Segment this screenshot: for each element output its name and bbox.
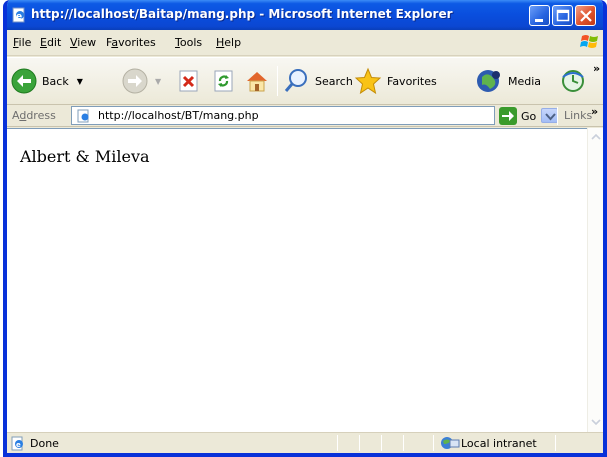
address-input[interactable]: http://localhost/BT/mang.php xyxy=(71,106,558,125)
menu-file[interactable]: File xyxy=(13,36,31,49)
address-label: Address xyxy=(12,109,56,122)
forward-arrow-icon xyxy=(122,68,148,94)
favorites-star-icon xyxy=(354,67,382,95)
menu-bar: File Edit View Favorites Tools Help xyxy=(7,30,603,56)
browser-window: e http://localhost/Baitap/mang.php - Mic… xyxy=(3,0,607,457)
page-body-text: Albert & Mileva xyxy=(20,147,150,166)
favorites-label: Favorites xyxy=(387,74,437,88)
maximize-button[interactable] xyxy=(552,5,573,26)
page-favicon-icon xyxy=(77,109,89,123)
back-button[interactable]: Back ▼ xyxy=(10,64,83,98)
home-icon xyxy=(247,72,267,92)
media-label: Media xyxy=(508,74,542,88)
menu-help[interactable]: Help xyxy=(216,36,241,49)
ie-page-icon: e xyxy=(12,7,25,23)
search-button[interactable]: Search xyxy=(283,64,353,98)
menu-favorites[interactable]: Favorites xyxy=(106,36,156,49)
minimize-icon xyxy=(535,19,543,22)
go-button[interactable]: Go xyxy=(499,107,536,125)
back-arrow-icon xyxy=(11,68,37,94)
status-text: Done xyxy=(30,437,59,450)
status-bar: e Done Local intranet xyxy=(7,432,603,453)
links-label[interactable]: Links xyxy=(564,109,592,122)
media-icon xyxy=(477,70,500,92)
refresh-icon xyxy=(214,70,233,92)
history-button[interactable] xyxy=(559,64,587,98)
forward-button[interactable]: ▼ xyxy=(121,64,161,98)
local-intranet-icon xyxy=(441,437,460,449)
history-icon xyxy=(562,70,584,92)
menu-tools[interactable]: Tools xyxy=(175,36,202,49)
toolbar-overflow-chevron-icon[interactable]: » xyxy=(593,62,600,75)
scroll-down-arrow-icon[interactable] xyxy=(589,415,603,429)
svg-text:e: e xyxy=(16,12,22,22)
close-icon xyxy=(580,10,592,22)
stop-icon xyxy=(179,70,198,92)
window-title: http://localhost/Baitap/mang.php - Micro… xyxy=(31,7,453,21)
address-url: http://localhost/BT/mang.php xyxy=(98,109,259,122)
back-label: Back xyxy=(42,74,69,88)
page-done-icon: e xyxy=(11,436,23,451)
menu-edit[interactable]: Edit xyxy=(40,36,61,49)
menu-view[interactable]: View xyxy=(70,36,96,49)
scroll-up-arrow-icon[interactable] xyxy=(589,130,603,144)
minimize-button[interactable] xyxy=(529,5,550,26)
close-button[interactable] xyxy=(575,5,596,26)
security-zone-text: Local intranet xyxy=(461,437,537,450)
windows-logo-icon xyxy=(580,35,598,48)
svg-text:e: e xyxy=(16,441,21,449)
address-dropdown-button[interactable] xyxy=(541,108,558,123)
go-label: Go xyxy=(521,109,537,123)
go-arrow-icon xyxy=(499,107,517,125)
search-label: Search xyxy=(315,74,353,88)
standard-toolbar: Back ▼ ▼ Search Favorites Media » xyxy=(7,57,603,105)
back-dropdown-icon[interactable]: ▼ xyxy=(77,77,83,86)
title-bar[interactable]: e http://localhost/Baitap/mang.php - Mic… xyxy=(7,0,603,30)
stop-button[interactable] xyxy=(177,64,201,98)
forward-dropdown-icon[interactable]: ▼ xyxy=(155,77,161,86)
search-icon xyxy=(284,69,307,92)
maximize-icon xyxy=(556,9,570,22)
address-bar: Address http://localhost/BT/mang.php Go … xyxy=(7,105,603,127)
media-button[interactable]: Media xyxy=(474,64,541,98)
page-content: Albert & Mileva xyxy=(7,128,587,432)
vertical-scrollbar[interactable] xyxy=(587,128,603,432)
links-overflow-chevron-icon[interactable]: » xyxy=(591,105,598,118)
home-button[interactable] xyxy=(243,64,271,98)
refresh-button[interactable] xyxy=(212,64,236,98)
favorites-button[interactable]: Favorites xyxy=(353,64,437,98)
